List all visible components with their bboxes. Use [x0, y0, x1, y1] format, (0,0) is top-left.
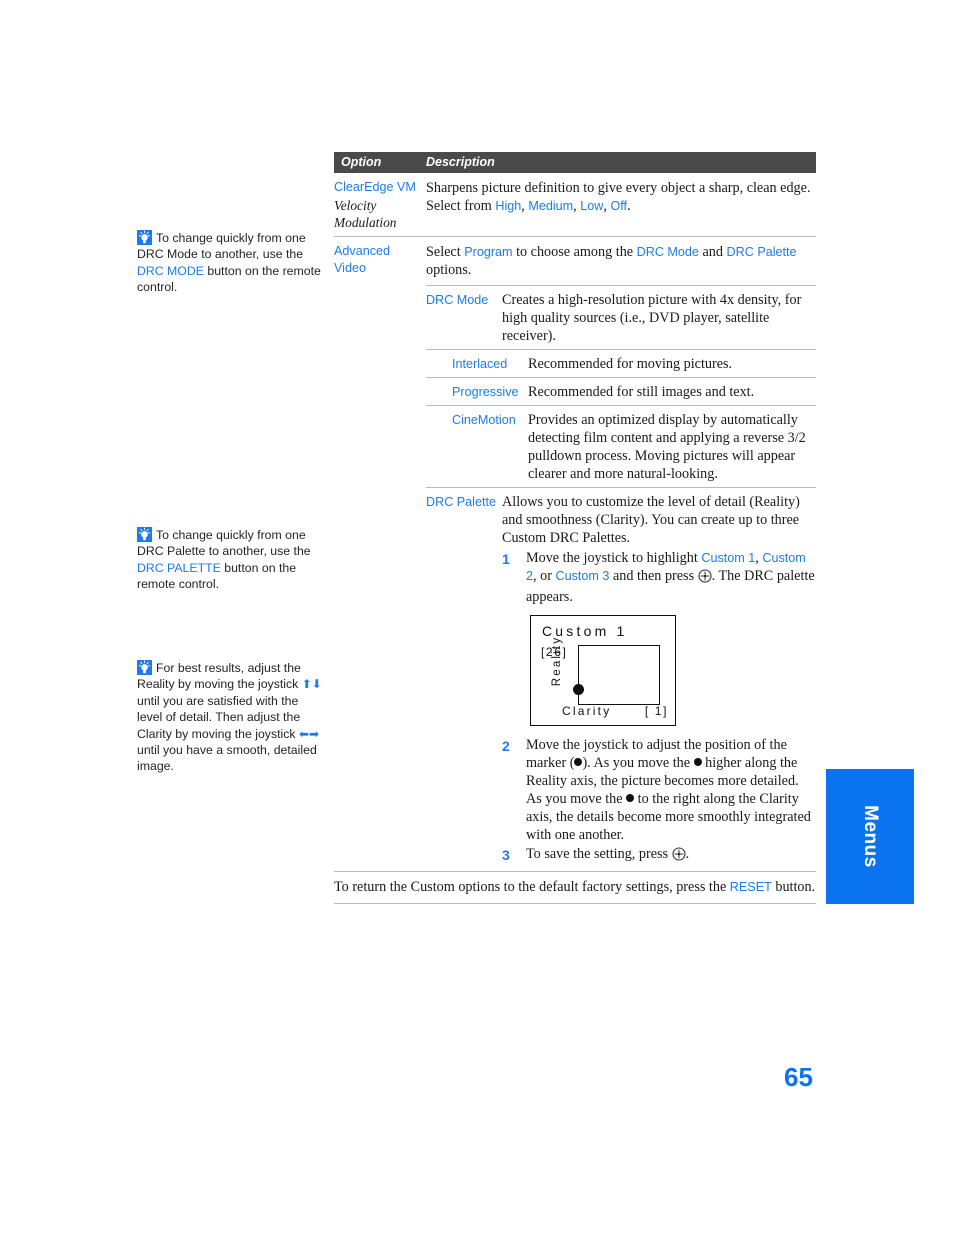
subrow-description: Creates a high-resolution picture with 4…	[502, 291, 802, 344]
intro-text-b: to choose among the	[512, 243, 637, 260]
subrow-content: Allows you to customize the level of det…	[502, 488, 816, 871]
step-text: To save the setting, press .	[526, 845, 816, 866]
tip-lightbulb-icon	[137, 527, 152, 542]
section-thumb-tab-menus: Menus	[826, 769, 914, 904]
side-note-link-drc-mode[interactable]: DRC MODE	[137, 264, 204, 278]
step-number: 1	[502, 550, 510, 567]
desc-text-tail: .	[627, 198, 631, 214]
side-note-link-drc-palette[interactable]: DRC PALETTE	[137, 561, 221, 575]
tip-lightbulb-icon	[137, 660, 152, 675]
diagram-marker-dot[interactable]	[573, 683, 584, 695]
tip-lightbulb-icon	[137, 230, 152, 245]
subtable-row-interlaced: Interlaced Recommended for moving pictur…	[426, 348, 816, 377]
option-value-medium[interactable]: Medium	[528, 199, 573, 213]
subrow-description: Provides an optimized display by automat…	[528, 411, 806, 482]
step-text-c: , or	[533, 567, 556, 584]
step-text-b: ). As you move the	[582, 754, 694, 771]
option-cell: Advanced Video	[334, 237, 426, 871]
option-link-clearedge-vm[interactable]: ClearEdge VM	[334, 179, 426, 197]
subrow-description: Recommended for moving pictures.	[528, 355, 733, 372]
subrow-description: Recommended for still images and text.	[528, 383, 755, 400]
arrow-down-icon: ⬇	[311, 677, 322, 692]
column-header-option: Option	[341, 155, 382, 169]
side-note-text: For best results, adjust the Reality by …	[137, 661, 302, 692]
intro-text-d: options.	[426, 261, 472, 278]
step-text: Move the joystick to adjust the position…	[526, 736, 816, 844]
table-row-advanced-video: Advanced Video Select Program to choose …	[334, 235, 816, 871]
marker-dot-icon	[626, 793, 635, 802]
option-value-off[interactable]: Off	[610, 199, 627, 213]
options-table: Option Description ClearEdge VM Velocity…	[334, 152, 816, 904]
subrow-label-cinemotion[interactable]: CineMotion	[452, 406, 528, 487]
option-subtitle-modulation: Modulation	[334, 215, 397, 230]
page-number: 65	[784, 1062, 813, 1092]
diagram-clarity-value: [ 1]	[644, 703, 668, 718]
link-program[interactable]: Program	[464, 245, 512, 259]
arrow-right-icon: ➡	[309, 726, 320, 741]
subrow-label-interlaced[interactable]: Interlaced	[452, 350, 528, 377]
subtable-row-progressive: Progressive Recommended for still images…	[426, 376, 816, 405]
arrow-up-icon: ⬆	[301, 677, 312, 692]
table-footer-reset-note: To return the Custom options to the defa…	[334, 870, 816, 904]
option-value-low[interactable]: Low	[580, 199, 603, 213]
subtable-row-drc-mode: DRC Mode Creates a high-resolution pictu…	[426, 284, 816, 349]
link-drc-palette[interactable]: DRC Palette	[727, 245, 797, 259]
thumb-tab-label: Menus	[860, 805, 881, 868]
option-subtitle-velocity: Velocity	[334, 197, 377, 213]
link-custom-1[interactable]: Custom 1	[701, 551, 755, 565]
side-note-text-tail: until you have a smooth, detailed image.	[137, 743, 317, 774]
link-reset[interactable]: RESET	[730, 880, 772, 894]
side-note-text: To change quickly from one DRC Mode to a…	[137, 231, 306, 262]
step-text-d: and then press	[609, 567, 698, 584]
joystick-center-icon	[698, 568, 712, 588]
step-text-a: Move the joystick to highlight	[526, 549, 702, 566]
description-cell: Sharpens picture definition to give ever…	[426, 180, 811, 214]
subrow-label-drc-palette[interactable]: DRC Palette	[426, 488, 502, 871]
step-2: 2 Move the joystick to adjust the positi…	[502, 736, 816, 845]
link-custom-3[interactable]: Custom 3	[555, 569, 609, 583]
side-note-best-results: For best results, adjust the Reality by …	[137, 660, 327, 775]
intro-text: Select	[426, 243, 465, 260]
drc-palette-diagram: Custom 1 [26] Reality Clarity [ 1]	[530, 614, 676, 726]
diagram-y-axis-label: Reality	[551, 635, 563, 686]
diagram-plot-area	[578, 644, 660, 705]
step-number: 3	[502, 846, 510, 863]
step-text: Move the joystick to highlight Custom 1,…	[526, 549, 816, 606]
side-note-text: To change quickly from one DRC Palette t…	[137, 528, 311, 559]
step-3: 3 To save the setting, press .	[502, 845, 816, 867]
marker-dot-icon	[693, 757, 702, 766]
table-row-clearedge-vm: ClearEdge VM Velocity Modulation Sharpen…	[334, 173, 816, 236]
side-note-drc-mode: To change quickly from one DRC Mode to a…	[137, 230, 327, 296]
side-note-drc-palette: To change quickly from one DRC Palette t…	[137, 527, 327, 593]
advanced-video-content: Select Program to choose among the DRC M…	[426, 237, 816, 871]
side-note-text-mid: until you are satisfied with the level o…	[137, 693, 301, 741]
step-text-a: To save the setting, press	[526, 845, 672, 862]
link-drc-mode[interactable]: DRC Mode	[637, 245, 699, 259]
drc-palette-steps: 1 Move the joystick to highlight Custom …	[502, 547, 816, 867]
joystick-center-icon	[672, 846, 686, 866]
step-text-b: .	[685, 845, 690, 862]
drc-palette-description: Allows you to customize the level of det…	[502, 493, 800, 546]
diagram-x-axis-label: Clarity	[562, 703, 612, 718]
option-value-high[interactable]: High	[495, 199, 521, 213]
subtable-row-cinemotion: CineMotion Provides an optimized display…	[426, 404, 816, 487]
closing-text-a: To return the Custom options to the defa…	[334, 878, 730, 895]
subrow-label-progressive[interactable]: Progressive	[452, 378, 528, 405]
option-link-video[interactable]: Video	[334, 260, 426, 278]
closing-text-b: button.	[771, 878, 816, 895]
table-header-row: Option Description	[334, 152, 816, 173]
arrow-left-icon: ⬅	[298, 726, 310, 741]
intro-text-c: and	[698, 243, 727, 260]
option-cell: ClearEdge VM Velocity Modulation	[334, 173, 426, 236]
option-link-advanced[interactable]: Advanced	[334, 243, 426, 261]
step-1: 1 Move the joystick to highlight Custom …	[502, 549, 816, 607]
column-header-description: Description	[426, 155, 495, 169]
advanced-video-intro: Select Program to choose among the DRC M…	[426, 243, 816, 285]
subtable-row-drc-palette: DRC Palette Allows you to customize the …	[426, 486, 816, 871]
step-number: 2	[502, 737, 510, 754]
subrow-label-drc-mode[interactable]: DRC Mode	[426, 286, 502, 349]
